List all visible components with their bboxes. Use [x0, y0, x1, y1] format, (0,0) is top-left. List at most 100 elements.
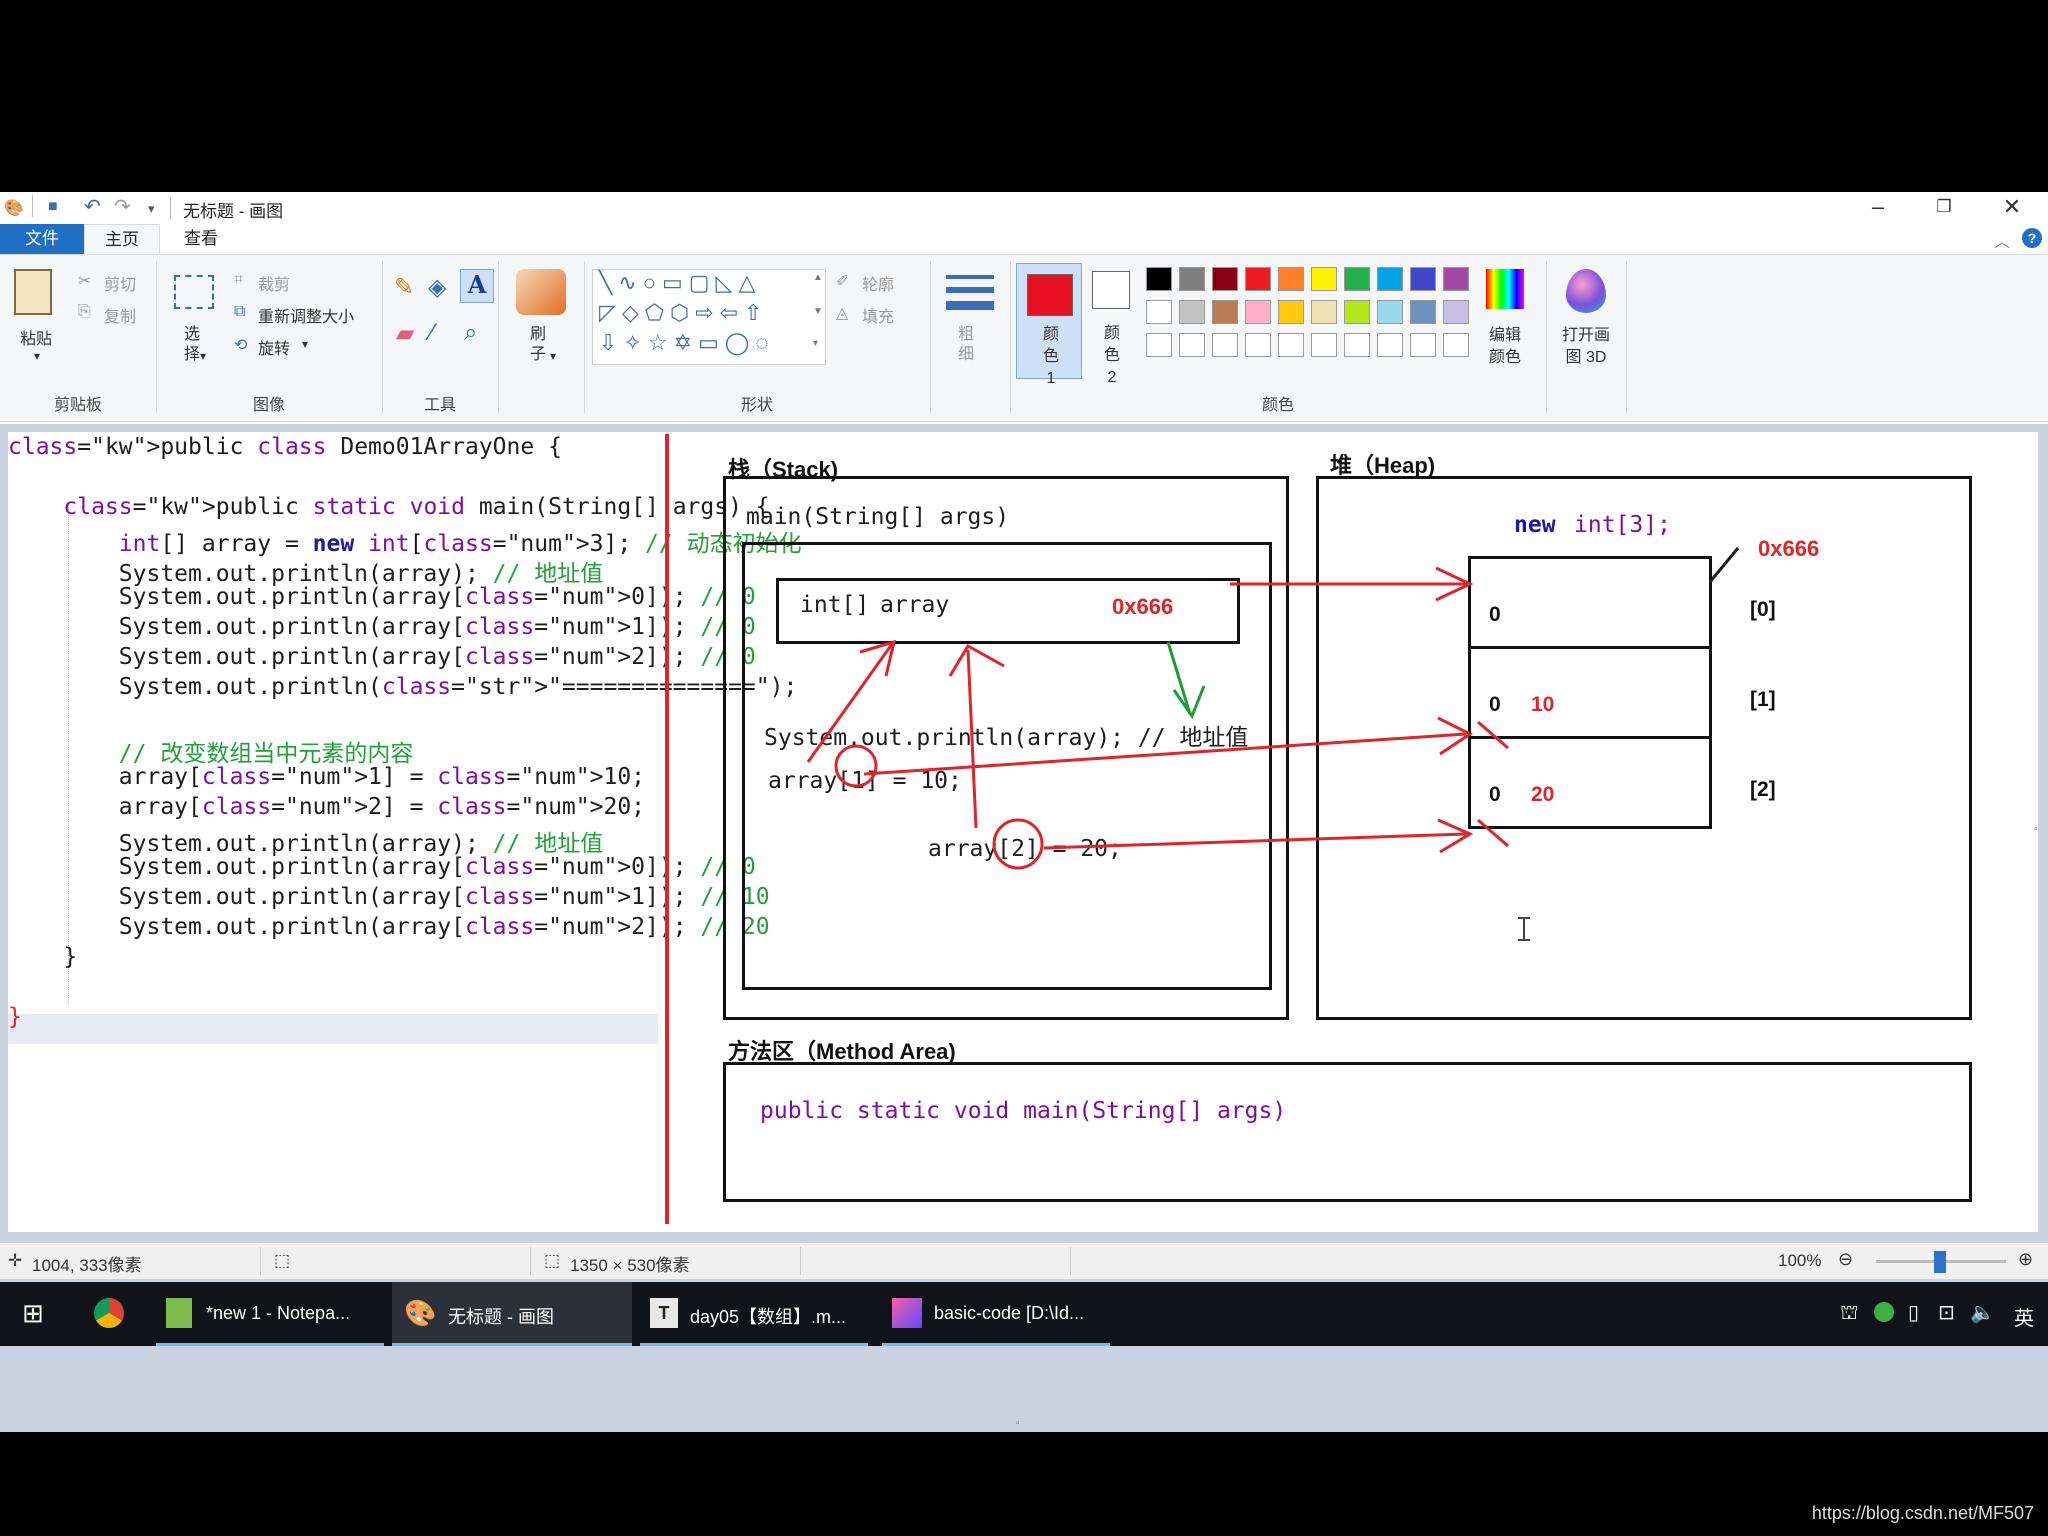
- redo-icon[interactable]: ↷: [114, 194, 131, 219]
- brush-dropdown-icon[interactable]: ▾: [550, 349, 556, 363]
- rotate-dropdown-icon[interactable]: ▾: [302, 337, 308, 351]
- collapse-ribbon-icon[interactable]: ︿: [1994, 228, 2010, 252]
- network-icon[interactable]: ⊡: [1938, 1300, 1955, 1325]
- zoom-out-icon[interactable]: ⊖: [1838, 1249, 1853, 1270]
- rotate-button[interactable]: 旋转: [258, 335, 290, 359]
- palette-swatch[interactable]: [1311, 333, 1337, 357]
- shapes-row-2[interactable]: ◸◇⬠⬡⇨⇦⇧: [599, 300, 768, 326]
- paste-button[interactable]: 粘贴: [20, 325, 52, 349]
- palette-swatch[interactable]: [1212, 267, 1238, 291]
- divider: [930, 261, 931, 413]
- fill-bucket-icon[interactable]: ◈: [428, 273, 446, 302]
- taskbar-item-idea[interactable]: basic-code [D:\Id...: [882, 1282, 1110, 1346]
- palette-swatch[interactable]: [1245, 267, 1271, 291]
- undo-icon[interactable]: ↶: [84, 194, 101, 219]
- edit-colors-icon[interactable]: [1486, 269, 1524, 309]
- palette-swatch[interactable]: [1179, 333, 1205, 357]
- palette-swatch[interactable]: [1410, 267, 1436, 291]
- palette-swatch[interactable]: [1443, 300, 1469, 324]
- outline-button[interactable]: 轮廓: [862, 271, 894, 295]
- color2-label[interactable]: 颜色 2: [1100, 323, 1124, 389]
- tray-overflow-icon[interactable]: ⛫: [1840, 1302, 1858, 1327]
- volume-icon[interactable]: 🔈: [1970, 1300, 1995, 1325]
- paste-dropdown-icon[interactable]: ▾: [34, 349, 40, 363]
- palette-swatch[interactable]: [1344, 300, 1370, 324]
- palette-swatch[interactable]: [1146, 267, 1172, 291]
- palette-swatch[interactable]: [1377, 300, 1403, 324]
- palette-swatch[interactable]: [1311, 267, 1337, 291]
- close-button[interactable]: ✕: [1982, 192, 2042, 224]
- select-icon[interactable]: [174, 275, 214, 309]
- palette-swatch[interactable]: [1377, 333, 1403, 357]
- customize-quick-access-icon[interactable]: ▾: [148, 201, 155, 217]
- palette-swatch[interactable]: [1410, 333, 1436, 357]
- start-button[interactable]: ⊞: [18, 1282, 58, 1346]
- palette-swatch[interactable]: [1344, 267, 1370, 291]
- tab-home[interactable]: 主页: [84, 224, 160, 255]
- resize-handle-right[interactable]: ▫: [2034, 824, 2038, 835]
- edit-colors-button[interactable]: 编辑颜色: [1486, 325, 1524, 369]
- ime-indicator[interactable]: 英: [2014, 1302, 2034, 1331]
- help-icon[interactable]: ?: [2022, 228, 2042, 248]
- palette-swatch[interactable]: [1278, 267, 1304, 291]
- minimize-button[interactable]: –: [1848, 192, 1908, 224]
- shapes-row-1[interactable]: ╲∿○▭▢◺△: [599, 270, 761, 296]
- copy-button[interactable]: 复制: [104, 303, 136, 327]
- brush-button[interactable]: 刷子: [530, 325, 550, 365]
- taskbar-chrome[interactable]: [90, 1282, 134, 1346]
- drawing-canvas[interactable]: class="kw">public class Demo01ArrayOne {…: [8, 432, 2038, 1232]
- paste-icon[interactable]: [14, 269, 52, 315]
- select-dropdown-icon[interactable]: ▾: [200, 349, 206, 363]
- paint3d-icon[interactable]: [1566, 269, 1606, 313]
- text-tool-icon[interactable]: A: [460, 269, 494, 303]
- gallery-scroll-down-icon[interactable]: ▼: [813, 306, 823, 317]
- palette-swatch[interactable]: [1311, 300, 1337, 324]
- palette-swatch[interactable]: [1179, 300, 1205, 324]
- palette-swatch[interactable]: [1278, 300, 1304, 324]
- pencil-icon[interactable]: ✎: [394, 273, 414, 302]
- restore-button[interactable]: ❐: [1914, 192, 1974, 224]
- resize-button[interactable]: 重新调整大小: [258, 303, 354, 327]
- palette-swatch[interactable]: [1344, 333, 1370, 357]
- eraser-icon[interactable]: ▰: [396, 319, 414, 348]
- palette-swatch[interactable]: [1212, 300, 1238, 324]
- palette-swatch[interactable]: [1245, 300, 1271, 324]
- battery-icon[interactable]: ▯: [1908, 1300, 1919, 1325]
- size-button[interactable]: 粗细: [958, 325, 978, 365]
- palette-swatch[interactable]: [1245, 333, 1271, 357]
- palette-swatch[interactable]: [1443, 267, 1469, 291]
- gallery-expand-icon[interactable]: ▾: [813, 338, 818, 349]
- crop-button[interactable]: 裁剪: [258, 271, 290, 295]
- palette-swatch[interactable]: [1146, 300, 1172, 324]
- palette-swatch[interactable]: [1443, 333, 1469, 357]
- cursor-position-icon: ✛: [8, 1251, 23, 1270]
- zoom-in-icon[interactable]: ⊕: [2018, 1249, 2033, 1270]
- gallery-scroll-up-icon[interactable]: ▲: [813, 272, 823, 283]
- palette-swatch[interactable]: [1146, 333, 1172, 357]
- color2-swatch[interactable]: [1092, 271, 1130, 309]
- palette-swatch[interactable]: [1410, 300, 1436, 324]
- palette-swatch[interactable]: [1212, 333, 1238, 357]
- taskbar-item-typora[interactable]: T day05【数组】.m...: [640, 1282, 868, 1346]
- magnifier-icon[interactable]: ⌕: [464, 319, 477, 347]
- cut-button[interactable]: 剪切: [104, 271, 136, 295]
- tab-file[interactable]: 文件: [0, 224, 84, 254]
- taskbar-item-paint[interactable]: 🎨 无标题 - 画图: [392, 1282, 632, 1346]
- taskbar-item-notepad[interactable]: *new 1 - Notepa...: [156, 1282, 384, 1346]
- palette-swatch[interactable]: [1377, 267, 1403, 291]
- tray-app-icon[interactable]: [1874, 1302, 1894, 1322]
- shapes-row-3[interactable]: ⇩✧☆✡▭◯◌: [599, 330, 775, 356]
- fill-button[interactable]: 填充: [862, 303, 894, 327]
- color-picker-icon[interactable]: ⁄: [430, 319, 434, 347]
- color1-button[interactable]: 颜色 1: [1016, 263, 1082, 387]
- zoom-slider-thumb[interactable]: [1934, 1251, 1946, 1273]
- resize-handle-bottom[interactable]: ▫: [1016, 1418, 1020, 1429]
- shapes-gallery[interactable]: ╲∿○▭▢◺△ ◸◇⬠⬡⇨⇦⇧ ⇩✧☆✡▭◯◌ ▲ ▼ ▾: [592, 269, 826, 365]
- tab-view[interactable]: 查看: [164, 224, 238, 254]
- size-line-1: [946, 275, 994, 279]
- palette-swatch[interactable]: [1179, 267, 1205, 291]
- palette-swatch[interactable]: [1278, 333, 1304, 357]
- open-paint3d-button[interactable]: 打开画图 3D: [1556, 325, 1616, 369]
- brush-icon[interactable]: [516, 269, 566, 315]
- save-icon[interactable]: ■: [48, 198, 58, 216]
